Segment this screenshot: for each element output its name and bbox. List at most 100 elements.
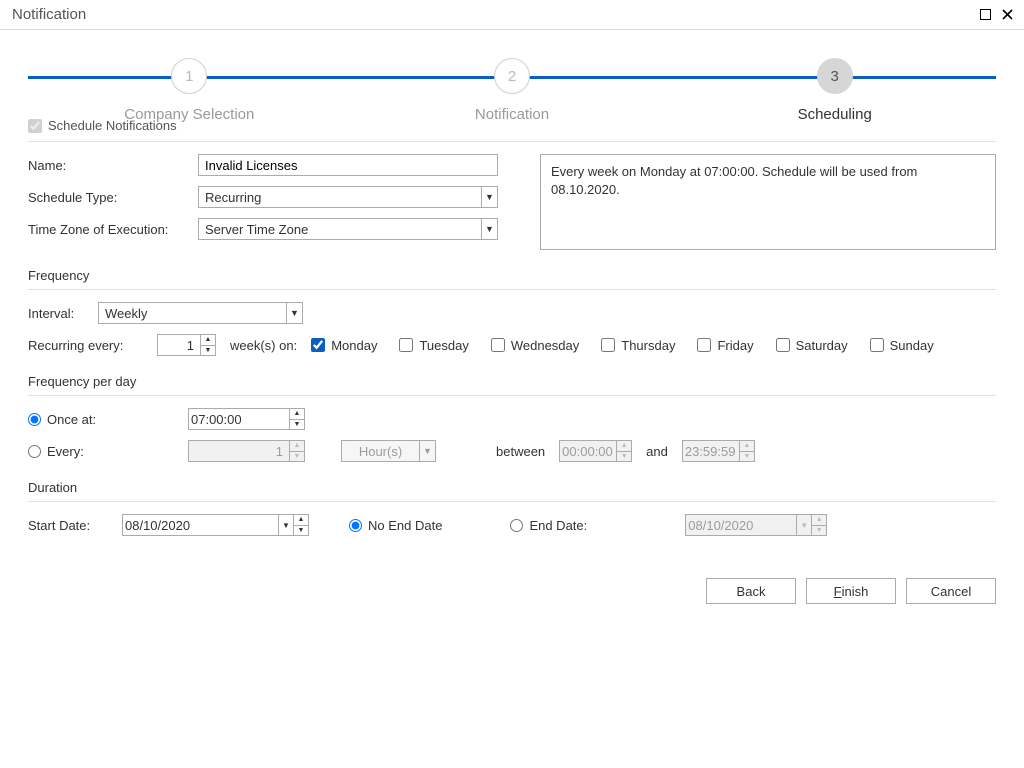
frequency-per-day-heading: Frequency per day bbox=[28, 374, 996, 389]
every-value-spinner: 1 ▲▼ bbox=[188, 440, 305, 462]
interval-combo[interactable]: Weekly ▼ bbox=[98, 302, 303, 324]
spinner-down-icon[interactable]: ▼ bbox=[201, 345, 215, 356]
window-controls bbox=[976, 6, 1016, 24]
step-1-number: 1 bbox=[171, 58, 207, 94]
day-thu-checkbox[interactable] bbox=[601, 338, 615, 352]
wizard-footer: Back Finish Cancel bbox=[0, 564, 1024, 620]
chevron-down-icon[interactable]: ▼ bbox=[286, 303, 302, 323]
day-friday[interactable]: Friday bbox=[697, 338, 753, 353]
end-date-value: 08/10/2020 bbox=[686, 515, 796, 535]
no-end-date-radio[interactable]: No End Date bbox=[349, 518, 442, 533]
finish-button[interactable]: Finish bbox=[806, 578, 896, 604]
recurring-every-value: 1 bbox=[158, 335, 200, 355]
timezone-combo[interactable]: Server Time Zone ▼ bbox=[198, 218, 498, 240]
end-date-picker: 08/10/2020 ▼ ▲▼ bbox=[685, 514, 827, 536]
day-tuesday[interactable]: Tuesday bbox=[399, 338, 468, 353]
every-input[interactable] bbox=[28, 445, 41, 458]
once-at-time-spinner[interactable]: 07:00:00 ▲▼ bbox=[188, 408, 305, 430]
interval-label: Interval: bbox=[28, 306, 98, 321]
name-label: Name: bbox=[28, 158, 198, 173]
step-3-label: Scheduling bbox=[798, 106, 872, 123]
timezone-value: Server Time Zone bbox=[199, 219, 481, 239]
every-radio[interactable]: Every: bbox=[28, 444, 178, 459]
every-value: 1 bbox=[189, 441, 289, 461]
spinner-down-icon: ▼ bbox=[617, 451, 631, 462]
between-from-value: 00:00:00 bbox=[560, 441, 616, 461]
end-date-input[interactable] bbox=[510, 519, 523, 532]
end-date-radio[interactable]: End Date: bbox=[510, 518, 587, 533]
every-unit-value: Hour(s) bbox=[342, 441, 419, 461]
once-at-radio[interactable]: Once at: bbox=[28, 412, 178, 427]
day-sat-checkbox[interactable] bbox=[776, 338, 790, 352]
recurring-unit-label: week(s) on: bbox=[230, 338, 297, 353]
maximize-icon[interactable] bbox=[976, 6, 994, 24]
chevron-down-icon[interactable]: ▼ bbox=[278, 515, 293, 535]
step-company-selection: 1 Company Selection bbox=[28, 58, 351, 123]
spinner-down-icon: ▼ bbox=[290, 451, 304, 462]
step-2-label: Notification bbox=[475, 106, 549, 123]
schedule-type-label: Schedule Type: bbox=[28, 190, 198, 205]
spinner-up-icon: ▲ bbox=[812, 515, 826, 525]
duration-heading: Duration bbox=[28, 480, 996, 495]
chevron-down-icon[interactable]: ▼ bbox=[481, 219, 497, 239]
spinner-down-icon[interactable]: ▼ bbox=[290, 419, 304, 430]
step-3-number: 3 bbox=[817, 58, 853, 94]
between-label: between bbox=[496, 444, 545, 459]
title-bar: Notification bbox=[0, 0, 1024, 30]
day-wed-checkbox[interactable] bbox=[491, 338, 505, 352]
schedule-type-value: Recurring bbox=[199, 187, 481, 207]
spinner-up-icon[interactable]: ▲ bbox=[294, 515, 308, 525]
day-wednesday[interactable]: Wednesday bbox=[491, 338, 579, 353]
end-date-label: End Date: bbox=[529, 518, 587, 533]
spinner-up-icon: ▲ bbox=[740, 441, 754, 451]
spinner-up-icon[interactable]: ▲ bbox=[201, 335, 215, 345]
day-mon-checkbox[interactable] bbox=[311, 338, 325, 352]
step-notification: 2 Notification bbox=[351, 58, 674, 123]
back-button[interactable]: Back bbox=[706, 578, 796, 604]
start-date-picker[interactable]: 08/10/2020 ▼ ▲▼ bbox=[122, 514, 309, 536]
chevron-down-icon: ▼ bbox=[796, 515, 811, 535]
window-title: Notification bbox=[12, 6, 86, 23]
step-2-number: 2 bbox=[494, 58, 530, 94]
spinner-up-icon: ▲ bbox=[290, 441, 304, 451]
between-to-spinner: 23:59:59 ▲▼ bbox=[682, 440, 755, 462]
schedule-summary: Every week on Monday at 07:00:00. Schedu… bbox=[540, 154, 996, 250]
day-monday[interactable]: Monday bbox=[311, 338, 377, 353]
spinner-down-icon: ▼ bbox=[740, 451, 754, 462]
spinner-up-icon: ▲ bbox=[617, 441, 631, 451]
once-at-label: Once at: bbox=[47, 412, 96, 427]
cancel-button[interactable]: Cancel bbox=[906, 578, 996, 604]
no-end-date-label: No End Date bbox=[368, 518, 442, 533]
and-label: and bbox=[646, 444, 668, 459]
day-sunday[interactable]: Sunday bbox=[870, 338, 934, 353]
interval-value: Weekly bbox=[99, 303, 286, 323]
recurring-every-spinner[interactable]: 1 ▲▼ bbox=[157, 334, 216, 356]
between-to-value: 23:59:59 bbox=[683, 441, 739, 461]
name-input[interactable] bbox=[198, 154, 498, 176]
between-from-spinner: 00:00:00 ▲▼ bbox=[559, 440, 632, 462]
wizard-stepper: 1 Company Selection 2 Notification 3 Sch… bbox=[28, 58, 996, 98]
close-icon[interactable] bbox=[998, 6, 1016, 24]
no-end-date-input[interactable] bbox=[349, 519, 362, 532]
spinner-up-icon[interactable]: ▲ bbox=[290, 409, 304, 419]
chevron-down-icon: ▼ bbox=[419, 441, 435, 461]
step-1-label: Company Selection bbox=[124, 106, 254, 123]
every-unit-combo: Hour(s) ▼ bbox=[341, 440, 436, 462]
spinner-down-icon[interactable]: ▼ bbox=[294, 525, 308, 536]
frequency-heading: Frequency bbox=[28, 268, 996, 283]
day-tue-checkbox[interactable] bbox=[399, 338, 413, 352]
once-at-input[interactable] bbox=[28, 413, 41, 426]
chevron-down-icon[interactable]: ▼ bbox=[481, 187, 497, 207]
timezone-label: Time Zone of Execution: bbox=[28, 222, 198, 237]
day-sun-checkbox[interactable] bbox=[870, 338, 884, 352]
recurring-every-label: Recurring every: bbox=[28, 338, 143, 353]
day-saturday[interactable]: Saturday bbox=[776, 338, 848, 353]
day-fri-checkbox[interactable] bbox=[697, 338, 711, 352]
day-thursday[interactable]: Thursday bbox=[601, 338, 675, 353]
start-date-value: 08/10/2020 bbox=[123, 515, 278, 535]
schedule-type-combo[interactable]: Recurring ▼ bbox=[198, 186, 498, 208]
start-date-label: Start Date: bbox=[28, 518, 108, 533]
step-scheduling: 3 Scheduling bbox=[673, 58, 996, 123]
every-label: Every: bbox=[47, 444, 84, 459]
spinner-down-icon: ▼ bbox=[812, 525, 826, 536]
